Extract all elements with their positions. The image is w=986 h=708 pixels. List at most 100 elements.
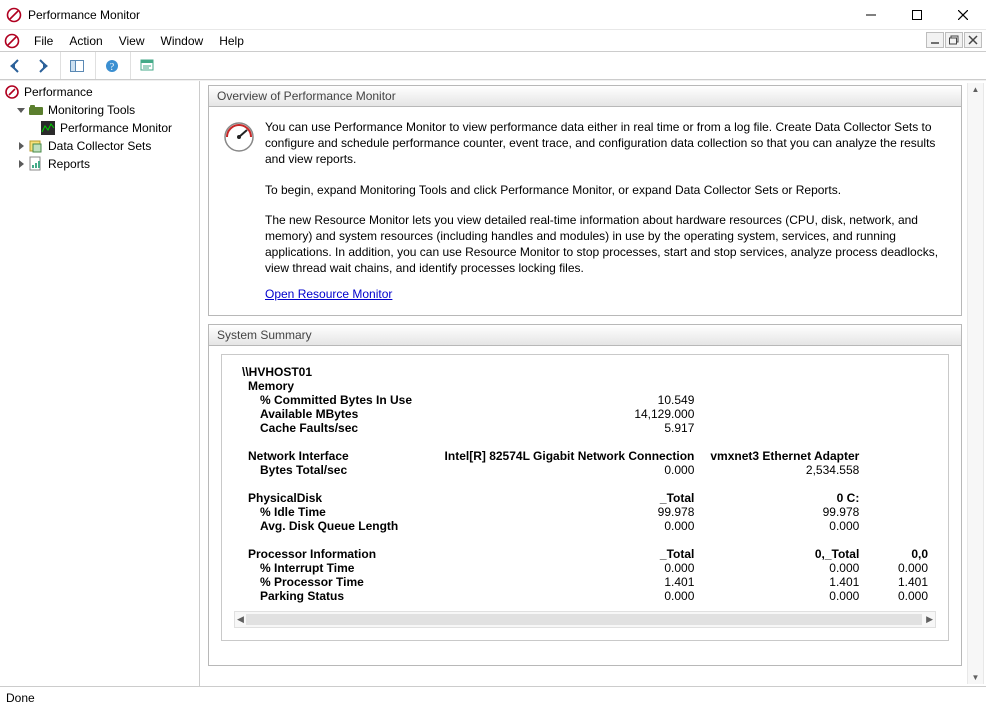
data-collector-icon [28, 138, 44, 154]
expander-icon[interactable] [16, 141, 26, 151]
table-row: Bytes Total/sec0.0002,534.558 [234, 463, 936, 477]
tree-node-data-collector-sets[interactable]: Data Collector Sets [14, 137, 197, 155]
tree-label: Monitoring Tools [48, 103, 135, 117]
overview-panel: Overview of Performance Monitor You can … [208, 85, 962, 316]
metric-name: Cache Faults/sec [234, 421, 437, 435]
vertical-scrollbar[interactable]: ▲ ▼ [967, 83, 984, 684]
metric-name: Available MBytes [234, 407, 437, 421]
table-row: % Committed Bytes In Use10.549 [234, 393, 936, 407]
folder-tools-icon [28, 102, 44, 118]
metric-value: 99.978 [437, 505, 703, 519]
menu-view[interactable]: View [111, 32, 153, 50]
perfmon-chart-icon [40, 120, 56, 136]
table-row: Processor Information _Total 0,_Total 0,… [234, 547, 936, 561]
metric-name: Avg. Disk Queue Length [234, 519, 437, 533]
mdi-close-button[interactable] [964, 32, 982, 48]
main-panel: Overview of Performance Monitor You can … [200, 81, 986, 686]
reports-icon [28, 156, 44, 172]
status-bar: Done [0, 686, 986, 708]
metric-value: 1.401 [702, 575, 867, 589]
metric-name: Bytes Total/sec [234, 463, 437, 477]
metric-name: % Committed Bytes In Use [234, 393, 437, 407]
nav-back-button[interactable] [4, 55, 28, 77]
navigation-tree[interactable]: Performance Monitoring Tools [2, 83, 197, 173]
maximize-button[interactable] [894, 0, 940, 30]
title-bar: Performance Monitor [0, 0, 986, 30]
scroll-right-icon[interactable]: ▶ [926, 614, 933, 625]
window-controls [848, 0, 986, 30]
metric-value: 0.000 [867, 589, 936, 603]
system-summary-header: System Summary [209, 325, 961, 346]
system-summary-frame: \\HVHOST01 Memory % Committed Bytes In U… [221, 354, 949, 641]
menu-window[interactable]: Window [153, 32, 212, 50]
menu-file[interactable]: File [26, 32, 61, 50]
metric-name: % Idle Time [234, 505, 437, 519]
overview-text-1: You can use Performance Monitor to view … [265, 119, 947, 168]
host-name: \\HVHOST01 [234, 365, 936, 379]
table-row: Parking Status0.0000.0000.000 [234, 589, 936, 603]
disk-category: PhysicalDisk [234, 491, 437, 505]
mdi-restore-button[interactable] [945, 32, 963, 48]
tree-label: Reports [48, 157, 90, 171]
overview-text-3: The new Resource Monitor lets you view d… [265, 212, 947, 277]
menu-help[interactable]: Help [211, 32, 252, 50]
scroll-down-icon[interactable]: ▼ [972, 673, 980, 682]
mdi-minimize-button[interactable] [926, 32, 944, 48]
open-resource-monitor-link[interactable]: Open Resource Monitor [265, 287, 392, 301]
tree-node-performance-monitor[interactable]: Performance Monitor [26, 119, 197, 137]
tree-label: Performance [24, 85, 93, 99]
status-text: Done [6, 691, 35, 705]
instance-header: 0,0 [867, 547, 936, 561]
metric-value: 0.000 [702, 589, 867, 603]
overview-header: Overview of Performance Monitor [209, 86, 961, 107]
metric-value: 0.000 [702, 519, 867, 533]
metric-value: 14,129.000 [437, 407, 703, 421]
close-button[interactable] [940, 0, 986, 30]
instance-header: 0 C: [702, 491, 867, 505]
expander-icon[interactable] [16, 159, 26, 169]
metric-value: 5.917 [437, 421, 703, 435]
minimize-button[interactable] [848, 0, 894, 30]
metric-value: 1.401 [867, 575, 936, 589]
overview-gauge-icon [223, 121, 255, 153]
mmc-icon [4, 33, 20, 49]
instance-header: Intel[R] 82574L Gigabit Network Connecti… [437, 449, 703, 463]
metric-value: 0.000 [437, 519, 703, 533]
performance-icon [4, 84, 20, 100]
show-hide-tree-button[interactable] [65, 55, 89, 77]
metric-value: 0.000 [867, 561, 936, 575]
tree-node-reports[interactable]: Reports [14, 155, 197, 173]
metric-value: 99.978 [702, 505, 867, 519]
system-summary-table: \\HVHOST01 Memory % Committed Bytes In U… [234, 365, 936, 603]
tree-label: Performance Monitor [60, 121, 172, 135]
table-row: % Processor Time1.4011.4011.401 [234, 575, 936, 589]
system-summary-panel: System Summary \\HVHOST01 Memory % Commi… [208, 324, 962, 666]
menu-bar: File Action View Window Help [0, 30, 986, 52]
table-row: Cache Faults/sec5.917 [234, 421, 936, 435]
metric-name: % Processor Time [234, 575, 437, 589]
scrollbar-thumb[interactable] [246, 614, 922, 625]
processor-category: Processor Information [234, 547, 437, 561]
table-row: Available MBytes14,129.000 [234, 407, 936, 421]
horizontal-scrollbar[interactable]: ◀ ▶ [234, 611, 936, 628]
nav-forward-button[interactable] [30, 55, 54, 77]
table-row: Network Interface Intel[R] 82574L Gigabi… [234, 449, 936, 463]
tree-node-monitoring-tools[interactable]: Monitoring Tools [14, 101, 197, 119]
properties-button[interactable] [135, 55, 159, 77]
tree-node-performance[interactable]: Performance [2, 83, 197, 101]
scroll-up-icon[interactable]: ▲ [972, 85, 980, 94]
scroll-left-icon[interactable]: ◀ [237, 614, 244, 625]
app-icon [6, 7, 22, 23]
instance-header: 0,_Total [702, 547, 867, 561]
instance-header: _Total [437, 491, 703, 505]
menu-action[interactable]: Action [61, 32, 110, 50]
help-button[interactable]: ? [100, 55, 124, 77]
table-row: % Interrupt Time0.0000.0000.000 [234, 561, 936, 575]
expander-placeholder [28, 123, 38, 133]
metric-value: 0.000 [702, 561, 867, 575]
expander-icon[interactable] [16, 105, 26, 115]
toolbar: ? [0, 52, 986, 80]
metric-value: 0.000 [437, 589, 703, 603]
metric-value: 1.401 [437, 575, 703, 589]
metric-name: Parking Status [234, 589, 437, 603]
